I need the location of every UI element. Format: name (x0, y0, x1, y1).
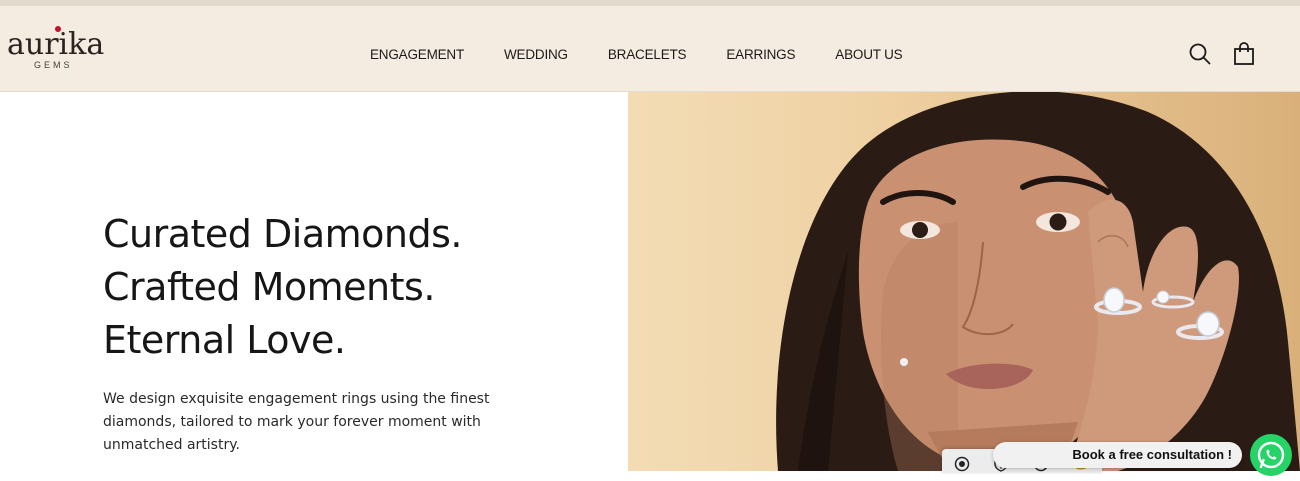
whatsapp-icon (1257, 441, 1285, 469)
shopping-bag-icon (1234, 42, 1254, 65)
main-nav: ENGAGEMENT WEDDING BRACELETS EARRINGS AB… (370, 47, 942, 62)
hero-portrait-illustration (776, 92, 1300, 471)
consultation-button[interactable]: Book a free consultation ! (993, 442, 1242, 468)
site-header: aurika GEMS ENGAGEMENT WEDDING BRACELETS… (0, 6, 1300, 92)
nav-item-bracelets[interactable]: BRACELETS (608, 47, 687, 62)
cart-button[interactable] (1232, 42, 1256, 66)
hero-line-1: Curated Diamonds. (103, 212, 462, 256)
search-icon (1189, 43, 1211, 65)
logo-wordmark: aurika (7, 27, 105, 62)
nav-item-wedding[interactable]: WEDDING (504, 47, 568, 62)
whatsapp-button[interactable] (1250, 434, 1292, 476)
record-icon[interactable] (954, 456, 970, 472)
logo-accent-dot (55, 26, 61, 32)
hero-line-3: Eternal Love. (103, 318, 346, 362)
hero-headline: Curated Diamonds. Crafted Moments. Etern… (103, 208, 462, 367)
nav-item-earrings[interactable]: EARRINGS (726, 47, 795, 62)
logo[interactable]: aurika GEMS (7, 26, 117, 76)
hero-description: We design exquisite engagement rings usi… (103, 391, 490, 453)
nav-item-about-us[interactable]: ABOUT US (835, 47, 902, 62)
logo-subtitle: GEMS (34, 60, 73, 70)
hero-image (628, 92, 1300, 471)
hero-line-2: Crafted Moments. (103, 265, 435, 309)
search-button[interactable] (1188, 42, 1212, 66)
nav-item-engagement[interactable]: ENGAGEMENT (370, 47, 464, 62)
